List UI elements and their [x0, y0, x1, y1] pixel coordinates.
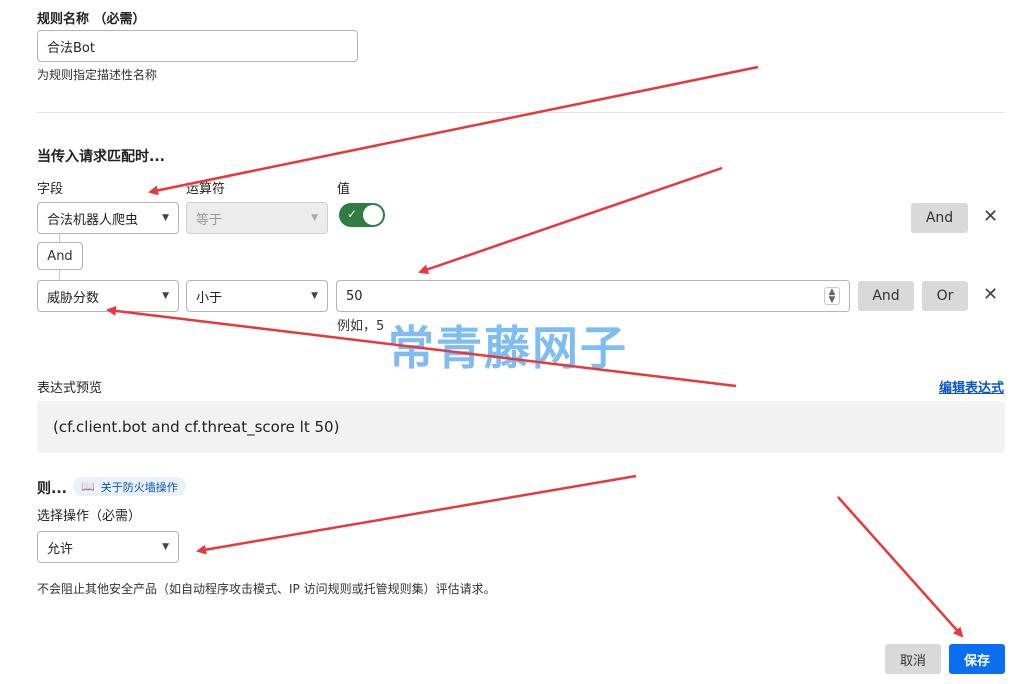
annotation-arrow [106, 305, 737, 388]
annotation-arrow [196, 474, 637, 555]
annotation-arrows [106, 65, 964, 638]
annotation-arrow [837, 496, 964, 638]
annotation-arrow [148, 65, 759, 196]
annotation-arrow [418, 166, 723, 275]
